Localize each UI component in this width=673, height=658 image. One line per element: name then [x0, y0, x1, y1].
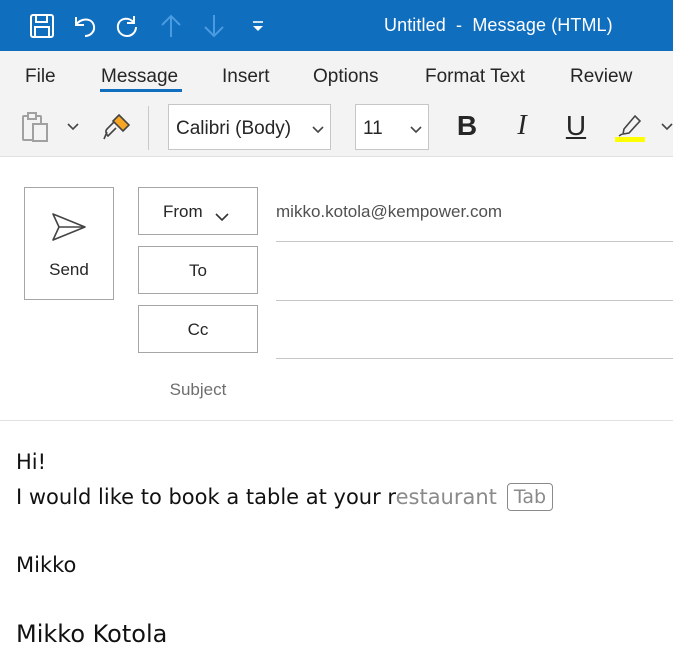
body-line-greeting: Hi!	[16, 450, 47, 474]
tab-file[interactable]: File	[25, 66, 56, 88]
up-arrow-icon[interactable]	[156, 11, 186, 41]
send-icon	[51, 212, 87, 247]
from-label: From	[163, 202, 203, 221]
italic-button[interactable]: I	[508, 108, 536, 144]
to-label: To	[189, 261, 207, 280]
signature-name: Mikko Kotola	[16, 620, 168, 648]
down-arrow-icon[interactable]	[199, 11, 229, 41]
chevron-down-icon	[410, 121, 422, 139]
paste-dropdown-chevron-icon[interactable]	[64, 118, 82, 136]
bold-button[interactable]: B	[452, 108, 482, 144]
title-bar: Untitled - Message (HTML)	[0, 0, 673, 51]
text-prediction: estaurant	[395, 485, 497, 509]
tab-message[interactable]: Message	[101, 66, 178, 88]
to-field-underline	[276, 300, 673, 301]
subject-field[interactable]	[276, 368, 673, 412]
from-address: mikko.kotola@kempower.com	[276, 202, 503, 221]
to-button[interactable]: To	[138, 246, 258, 294]
font-name-select[interactable]: Calibri (Body)	[168, 104, 331, 150]
undo-icon[interactable]	[70, 11, 100, 41]
toolbar-divider	[148, 106, 149, 150]
send-button[interactable]: Send	[24, 187, 114, 300]
body-line-name: Mikko	[16, 553, 77, 577]
typed-text: I would like to book a table at your r	[16, 485, 396, 509]
to-field[interactable]	[276, 250, 673, 298]
save-icon[interactable]	[27, 11, 57, 41]
tab-review[interactable]: Review	[570, 66, 632, 88]
cc-field-underline	[276, 358, 673, 359]
cc-label: Cc	[187, 320, 209, 339]
font-size-value: 11	[363, 118, 383, 139]
customize-qat-icon[interactable]	[243, 11, 273, 41]
underline-button[interactable]: U	[561, 108, 591, 144]
subject-label: Subject	[169, 380, 227, 399]
cc-field[interactable]	[276, 309, 673, 357]
window-title: Untitled - Message (HTML)	[384, 15, 613, 35]
cc-button[interactable]: Cc	[138, 305, 258, 353]
send-label: Send	[49, 260, 89, 279]
body-line-request: I would like to book a table at your res…	[16, 483, 554, 512]
paste-icon[interactable]	[18, 110, 52, 144]
tab-accept-hint[interactable]: Tab	[506, 483, 554, 511]
format-painter-icon[interactable]	[100, 110, 134, 144]
tab-insert[interactable]: Insert	[222, 66, 270, 88]
tab-format-text[interactable]: Format Text	[425, 66, 525, 88]
chevron-down-icon	[312, 121, 324, 139]
from-field-underline	[276, 241, 673, 242]
highlight-dropdown-chevron-icon[interactable]	[660, 118, 673, 136]
from-button[interactable]: From	[138, 187, 258, 235]
active-tab-indicator	[100, 89, 182, 92]
tab-options[interactable]: Options	[313, 66, 378, 88]
redo-icon[interactable]	[112, 11, 142, 41]
font-name-value: Calibri (Body)	[176, 118, 292, 139]
highlight-icon[interactable]	[612, 108, 648, 144]
chevron-down-icon	[215, 207, 229, 227]
font-size-select[interactable]: 11	[355, 104, 429, 150]
